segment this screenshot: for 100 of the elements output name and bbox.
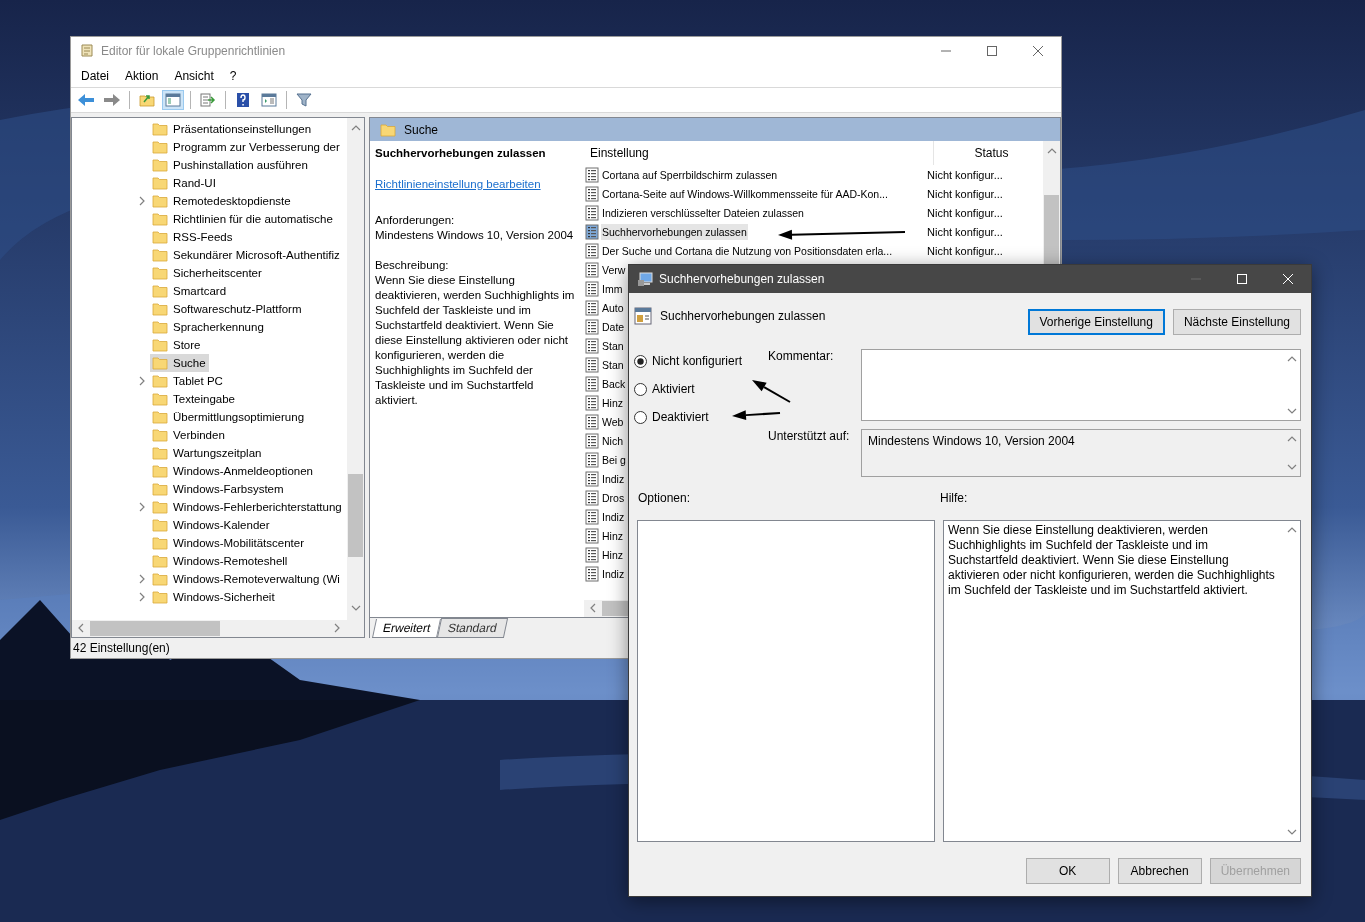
tree-item[interactable]: Tablet PC <box>150 372 226 390</box>
tree-item[interactable]: Windows-Remoteverwaltung (Wi <box>150 570 343 588</box>
tree-item[interactable]: Pushinstallation ausführen <box>150 156 311 174</box>
dialog-title: Suchhervorhebungen zulassen <box>659 272 826 286</box>
comment-field[interactable] <box>861 349 1301 421</box>
policy-name[interactable]: Suchhervorhebungen zulassen <box>601 223 748 240</box>
state-radio[interactable]: Nicht konfiguriert <box>634 353 743 369</box>
policy-name[interactable]: Hinz <box>601 527 624 544</box>
scroll-down-icon <box>350 603 361 613</box>
policy-name[interactable]: Indiz <box>601 508 626 525</box>
nav-button[interactable]: Vorherige Einstellung <box>1027 309 1165 335</box>
radio-circle-icon <box>634 382 647 396</box>
policy-name[interactable]: Back <box>601 375 627 392</box>
folder-icon <box>152 320 168 334</box>
policy-name[interactable]: Stan <box>601 356 625 373</box>
scroll-up-icon <box>1286 354 1297 364</box>
close-icon <box>1033 46 1043 56</box>
folder-icon <box>152 392 168 406</box>
tree-item[interactable]: Sekundärer Microsoft-Authentifiz <box>150 246 343 264</box>
policy-name[interactable]: Cortana auf Sperrbildschirm zulassen <box>601 166 779 183</box>
view-tab[interactable]: Erweitert <box>372 619 442 638</box>
tree-item[interactable]: Sicherheitscenter <box>150 264 265 282</box>
state-radio[interactable]: Aktiviert <box>634 381 695 397</box>
tree-item[interactable]: RSS-Feeds <box>150 228 236 246</box>
policy-sheet-icon <box>585 204 599 221</box>
tree-item[interactable]: Verbinden <box>150 426 228 444</box>
tree-item[interactable]: Rand-UI <box>150 174 219 192</box>
tree-item[interactable]: Windows-Mobilitätscenter <box>150 534 307 552</box>
policy-sheet-icon <box>585 432 599 449</box>
policy-status: Nicht konfigur... <box>926 206 1003 219</box>
console-tree-button[interactable] <box>162 90 184 110</box>
dialog-button[interactable]: Abbrechen <box>1117 858 1202 884</box>
radio-circle-icon <box>634 354 647 368</box>
tree-item[interactable]: Windows-Farbsystem <box>150 480 287 498</box>
menu-item[interactable]: Ansicht <box>166 69 222 83</box>
tree-item[interactable]: Präsentationseinstellungen <box>150 120 315 138</box>
tree-item[interactable]: Texteingabe <box>150 390 239 408</box>
scroll-left-icon <box>588 602 598 613</box>
tree-item[interactable]: Übermittlungsoptimierung <box>150 408 308 426</box>
nav-button[interactable]: Nächste Einstellung <box>1172 309 1301 335</box>
policy-sheet-icon <box>585 337 599 354</box>
tree-item[interactable]: Windows-Fehlerberichterstattung <box>150 498 345 516</box>
properties-view-button[interactable] <box>258 90 280 110</box>
policy-name[interactable]: Hinz <box>601 394 624 411</box>
policy-name[interactable]: Auto <box>601 299 625 316</box>
scroll-right-icon <box>332 622 342 633</box>
scrollbar[interactable] <box>347 118 364 620</box>
policy-title: Suchhervorhebungen zulassen <box>375 147 547 159</box>
policy-name[interactable]: Verw <box>601 261 627 278</box>
back-arrow-icon <box>77 93 95 107</box>
tree-item[interactable]: Softwareschutz-Plattform <box>150 300 305 318</box>
policy-name[interactable]: Date <box>601 318 626 335</box>
policy-name[interactable]: Indizieren verschlüsselter Dateien zulassen <box>601 204 805 221</box>
folder-icon <box>152 428 168 442</box>
panel-icon <box>165 93 181 107</box>
tree-item[interactable]: Suche <box>150 354 209 372</box>
tree-item[interactable]: Windows-Remoteshell <box>150 552 291 570</box>
tree-item[interactable]: Store <box>150 336 204 354</box>
policy-name[interactable]: Cortana-Seite auf Windows-Willkommensseite für AAD-Kon... <box>601 185 889 202</box>
policy-sheet-icon <box>585 261 599 278</box>
policy-status: Nicht konfigur... <box>926 244 1003 257</box>
maximize-icon <box>987 46 997 56</box>
policy-name[interactable]: Der Suche und Cortana die Nutzung von Positionsdaten erla... <box>601 242 894 259</box>
policy-name[interactable]: Dros <box>601 489 626 506</box>
menu-item[interactable]: Datei <box>73 69 117 83</box>
policy-name[interactable]: Web <box>601 413 625 430</box>
scroll-up-icon <box>1286 525 1297 535</box>
scroll-thumb[interactable] <box>348 474 363 557</box>
policy-status: Nicht konfigur... <box>926 168 1003 181</box>
policy-name[interactable]: Stan <box>601 337 625 354</box>
policy-name[interactable]: Indiz <box>601 565 626 582</box>
dialog-button[interactable]: OK <box>1025 858 1110 884</box>
policy-name[interactable]: Nich <box>601 432 624 449</box>
column-header[interactable]: Einstellung <box>584 141 933 165</box>
policy-sheet-icon <box>585 413 599 430</box>
scroll-thumb[interactable] <box>90 621 220 636</box>
tree-item[interactable]: Windows-Anmeldeoptionen <box>150 462 316 480</box>
tree-item[interactable]: Windows-Sicherheit <box>150 588 278 606</box>
edit-policy-link[interactable]: Richtlinieneinstellung bearbeiten <box>375 178 541 190</box>
folder-icon <box>152 374 168 388</box>
tree-item[interactable]: Remotedesktopdienste <box>150 192 294 210</box>
state-radio[interactable]: Deaktiviert <box>634 409 709 425</box>
policy-name[interactable]: Indiz <box>601 470 626 487</box>
folder-icon <box>152 140 168 154</box>
scrollbar[interactable] <box>72 620 364 637</box>
policy-status: Nicht konfigur... <box>926 225 1003 238</box>
menu-item[interactable]: ? <box>221 69 245 83</box>
tree-item[interactable]: Wartungszeitplan <box>150 444 265 462</box>
policy-name[interactable]: Bei g <box>601 451 627 468</box>
policy-name[interactable]: Imm <box>601 280 624 297</box>
menu-item[interactable]: Aktion <box>117 69 167 83</box>
tree-item[interactable]: Spracherkennung <box>150 318 267 336</box>
view-tab[interactable]: Standard <box>437 618 509 638</box>
requirements-text: Mindestens Windows 10, Version 2004 <box>375 228 575 243</box>
tree-item[interactable]: Smartcard <box>150 282 230 300</box>
tree-item[interactable]: Windows-Kalender <box>150 516 273 534</box>
filter-button[interactable] <box>293 90 315 110</box>
tree-item[interactable]: Richtlinien für die automatische <box>150 210 336 228</box>
policy-name[interactable]: Hinz <box>601 546 624 563</box>
tree-item[interactable]: Programm zur Verbesserung der <box>150 138 343 156</box>
